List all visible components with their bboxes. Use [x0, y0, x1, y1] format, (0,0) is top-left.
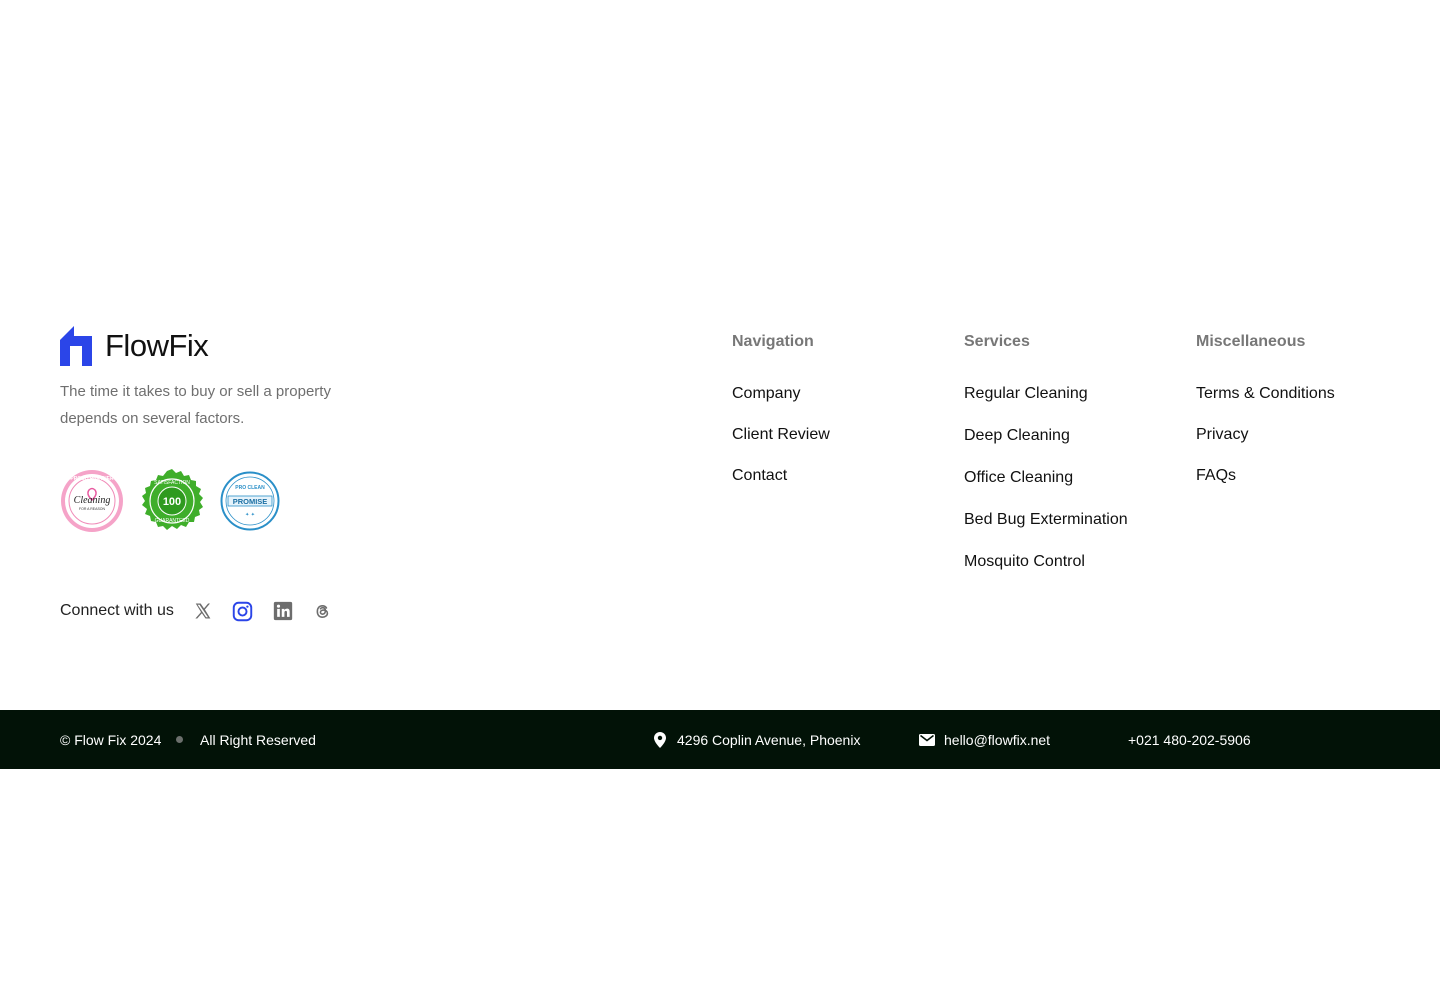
- email-text: hello@flowfix.net: [944, 731, 1051, 748]
- flowfix-logo-icon: [60, 326, 92, 366]
- social-links: [192, 600, 334, 622]
- brand-block: FlowFix The time it takes to buy or sell…: [60, 326, 400, 432]
- link-bed-bug-extermination[interactable]: Bed Bug Extermination: [964, 509, 1128, 531]
- footer-column-services: Services Regular Cleaning Deep Cleaning …: [964, 332, 1128, 573]
- x-icon[interactable]: [192, 600, 214, 622]
- social-connect: Connect with us: [60, 598, 334, 624]
- navigation-heading: Navigation: [732, 333, 814, 350]
- svg-text:SATISFACTION: SATISFACTION: [154, 480, 190, 486]
- navigation-links: Company Client Review Contact: [732, 383, 830, 487]
- proud-partner-badge-icon: Cleaning FOR A REASON PROUD PARTNER: [61, 470, 123, 532]
- miscellaneous-links: Terms & Conditions Privacy FAQs: [1196, 383, 1335, 487]
- address-item[interactable]: 4296 Coplin Avenue, Phoenix: [652, 710, 860, 769]
- email-item[interactable]: hello@flowfix.net: [919, 710, 1050, 769]
- rights-text: All Right Reserved: [200, 731, 316, 748]
- services-heading: Services: [964, 333, 1030, 350]
- svg-text:Cleaning: Cleaning: [74, 495, 111, 506]
- instagram-icon[interactable]: [232, 600, 254, 622]
- svg-text:✦ ✦: ✦ ✦: [245, 512, 255, 518]
- footer-bottom-bar: © Flow Fix 2024 All Right Reserved 4296 …: [0, 710, 1440, 769]
- connect-label: Connect with us: [60, 602, 174, 619]
- copyright-text: © Flow Fix 2024: [60, 731, 162, 748]
- link-regular-cleaning[interactable]: Regular Cleaning: [964, 383, 1128, 405]
- brand-tagline: The time it takes to buy or sell a prope…: [60, 383, 331, 427]
- pro-clean-promise-badge-icon: PRO CLEAN PROMISE ✦ ✦: [220, 471, 280, 531]
- link-privacy[interactable]: Privacy: [1196, 424, 1335, 446]
- link-office-cleaning[interactable]: Office Cleaning: [964, 467, 1128, 489]
- link-mosquito-control[interactable]: Mosquito Control: [964, 551, 1128, 573]
- site-footer: FlowFix The time it takes to buy or sell…: [0, 0, 1440, 1000]
- svg-text:100: 100: [163, 496, 181, 508]
- separator-dot: [176, 710, 183, 769]
- mail-icon: [919, 732, 935, 748]
- certification-badges: Cleaning FOR A REASON PROUD PARTNER 100 …: [60, 468, 280, 534]
- location-pin-icon: [652, 731, 668, 748]
- address-text: 4296 Coplin Avenue, Phoenix: [677, 731, 861, 748]
- link-faqs[interactable]: FAQs: [1196, 465, 1335, 487]
- link-deep-cleaning[interactable]: Deep Cleaning: [964, 425, 1128, 447]
- phone-text[interactable]: +021 480-202-5906: [1128, 710, 1251, 769]
- link-client-review[interactable]: Client Review: [732, 424, 830, 446]
- services-links: Regular Cleaning Deep Cleaning Office Cl…: [964, 383, 1128, 573]
- logo[interactable]: FlowFix: [60, 326, 400, 366]
- footer-column-miscellaneous: Miscellaneous Terms & Conditions Privacy…: [1196, 332, 1335, 487]
- svg-text:GUARANTEED: GUARANTEED: [155, 518, 190, 524]
- link-company[interactable]: Company: [732, 383, 830, 405]
- brand-name: FlowFix: [105, 328, 209, 363]
- satisfaction-guaranteed-badge-icon: 100 SATISFACTION GUARANTEED: [142, 469, 203, 530]
- threads-icon[interactable]: [312, 600, 334, 622]
- miscellaneous-heading: Miscellaneous: [1196, 333, 1306, 350]
- link-contact[interactable]: Contact: [732, 465, 830, 487]
- linkedin-icon[interactable]: [272, 600, 294, 622]
- footer-column-navigation: Navigation Company Client Review Contact: [732, 332, 830, 487]
- svg-text:PROUD PARTNER: PROUD PARTNER: [70, 476, 114, 482]
- link-terms-conditions[interactable]: Terms & Conditions: [1196, 383, 1335, 405]
- svg-text:PRO CLEAN: PRO CLEAN: [235, 485, 265, 491]
- svg-text:FOR A REASON: FOR A REASON: [79, 507, 106, 511]
- svg-text:PROMISE: PROMISE: [233, 497, 268, 506]
